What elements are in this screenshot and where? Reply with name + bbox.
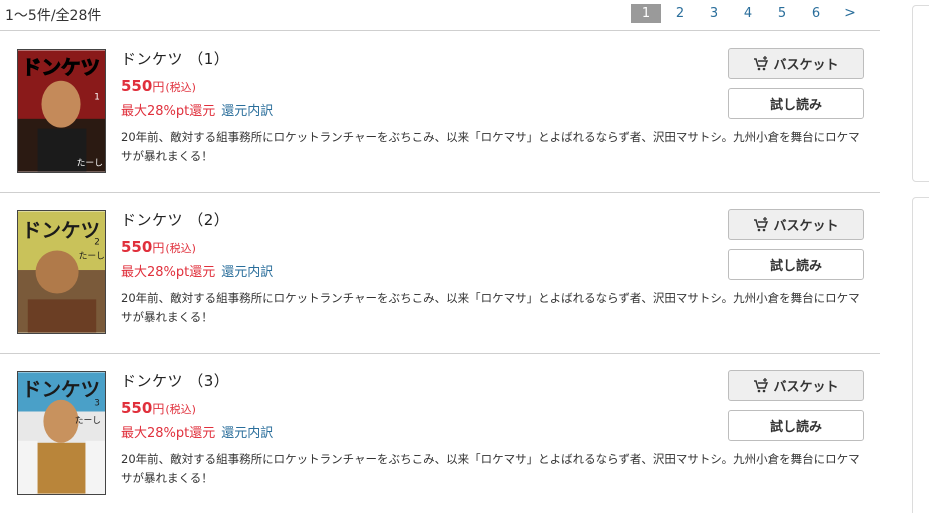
svg-text:3: 3: [94, 399, 100, 409]
next-page-link[interactable]: >: [833, 4, 867, 23]
add-to-basket-button[interactable]: バスケット: [728, 370, 864, 401]
svg-text:ドンケツ: ドンケツ: [22, 56, 100, 79]
svg-text:ドンケツ: ドンケツ: [22, 378, 100, 401]
page-link[interactable]: 6: [799, 4, 833, 23]
trial-read-button[interactable]: 試し読み: [728, 88, 864, 119]
svg-text:ドンケツ: ドンケツ: [22, 219, 100, 242]
book-cover[interactable]: ドンケツ たーし 1: [17, 49, 106, 173]
add-to-basket-button[interactable]: バスケット: [728, 209, 864, 240]
book-title[interactable]: ドンケツ （1）: [121, 48, 229, 69]
book-cover-art: ドンケツ たーし 3: [18, 372, 105, 494]
price: 550円(税込): [121, 399, 196, 417]
svg-text:2: 2: [94, 238, 100, 248]
book-cover[interactable]: ドンケツ たーし 3: [17, 371, 106, 495]
rebate-breakdown-link[interactable]: 還元内訳: [221, 426, 273, 441]
book-cover[interactable]: ドンケツ たーし 2: [17, 210, 106, 334]
add-to-basket-button[interactable]: バスケット: [728, 48, 864, 79]
svg-text:1: 1: [94, 92, 100, 102]
price: 550円(税込): [121, 238, 196, 256]
page-link-current[interactable]: 1: [631, 4, 661, 23]
page-link[interactable]: 2: [663, 4, 697, 23]
book-cover-art: ドンケツ たーし 2: [18, 211, 105, 333]
page-link[interactable]: 3: [697, 4, 731, 23]
product-item: ドンケツ たーし 3 ドンケツ （3） 550円(税込) 最大28%pt還元 還元…: [0, 354, 880, 513]
book-description: 20年前、敵対する組事務所にロケットランチャーをぶちこみ、以来「ロケマサ」とよば…: [121, 291, 860, 324]
svg-text:たーし: たーし: [75, 415, 101, 426]
book-cover-art: ドンケツ たーし 1: [18, 50, 105, 172]
result-count: 1〜5件/全28件: [5, 8, 102, 24]
product-item: ドンケツ たーし 2 ドンケツ （2） 550円(税込) 最大28%pt還元 還元…: [0, 193, 880, 354]
point-rebate: 最大28%pt還元 還元内訳: [121, 426, 274, 441]
results-header: 1〜5件/全28件 1 2 3 4 5 6 >: [0, 0, 880, 31]
svg-text:たーし: たーし: [77, 158, 103, 169]
cart-plus-icon: [753, 378, 769, 393]
svg-text:たーし: たーし: [79, 250, 105, 261]
rebate-breakdown-link[interactable]: 還元内訳: [221, 104, 273, 119]
cart-plus-icon: [753, 56, 769, 71]
price: 550円(税込): [121, 77, 196, 95]
cart-plus-icon: [753, 217, 769, 232]
rebate-breakdown-link[interactable]: 還元内訳: [221, 265, 273, 280]
page-link[interactable]: 5: [765, 4, 799, 23]
pagination: 1 2 3 4 5 6 >: [631, 4, 867, 23]
sidebar-panel: [912, 197, 929, 513]
trial-read-button[interactable]: 試し読み: [728, 410, 864, 441]
point-rebate: 最大28%pt還元 還元内訳: [121, 104, 274, 119]
book-description: 20年前、敵対する組事務所にロケットランチャーをぶちこみ、以来「ロケマサ」とよば…: [121, 452, 860, 485]
product-item: ドンケツ たーし 1 ドンケツ （1） 550円(税込) 最大28%pt還元 還元…: [0, 32, 880, 193]
book-title[interactable]: ドンケツ （2）: [121, 209, 229, 230]
point-rebate: 最大28%pt還元 還元内訳: [121, 265, 274, 280]
page-link[interactable]: 4: [731, 4, 765, 23]
sidebar-panel: [912, 5, 929, 182]
book-title[interactable]: ドンケツ （3）: [121, 370, 229, 391]
book-description: 20年前、敵対する組事務所にロケットランチャーをぶちこみ、以来「ロケマサ」とよば…: [121, 130, 860, 163]
trial-read-button[interactable]: 試し読み: [728, 249, 864, 280]
